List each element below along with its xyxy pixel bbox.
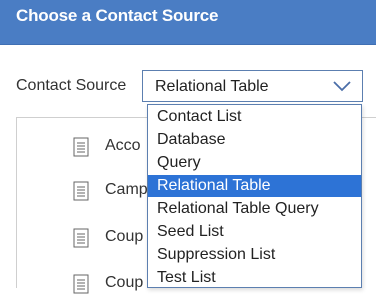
dialog-title: Choose a Contact Source — [16, 6, 219, 25]
contact-source-options: Contact List Database Query Relational T… — [147, 104, 362, 288]
dialog-header: Choose a Contact Source — [0, 0, 376, 45]
document-icon — [73, 137, 89, 157]
contact-source-label: Contact Source — [16, 77, 127, 94]
option-database[interactable]: Database — [148, 129, 361, 151]
option-test-list[interactable]: Test List — [148, 267, 361, 289]
option-seed-list[interactable]: Seed List — [148, 221, 361, 243]
option-query[interactable]: Query — [148, 152, 361, 174]
tree-item-label: Coup — [105, 228, 144, 245]
contact-source-selected-value: Relational Table — [155, 78, 269, 95]
chevron-down-icon[interactable] — [332, 79, 352, 93]
option-contact-list[interactable]: Contact List — [148, 106, 361, 128]
tree-item-label: Coup — [105, 274, 144, 291]
option-relational-table-query[interactable]: Relational Table Query — [148, 198, 361, 220]
document-icon — [73, 274, 89, 294]
document-icon — [73, 228, 89, 248]
tree-item-label: Acco — [105, 137, 141, 154]
option-suppression-list[interactable]: Suppression List — [148, 244, 361, 266]
document-icon — [73, 181, 89, 201]
contact-source-select[interactable]: Relational Table — [142, 70, 363, 102]
option-relational-table[interactable]: Relational Table — [148, 175, 361, 197]
tree-item-label: Camp — [105, 181, 148, 198]
